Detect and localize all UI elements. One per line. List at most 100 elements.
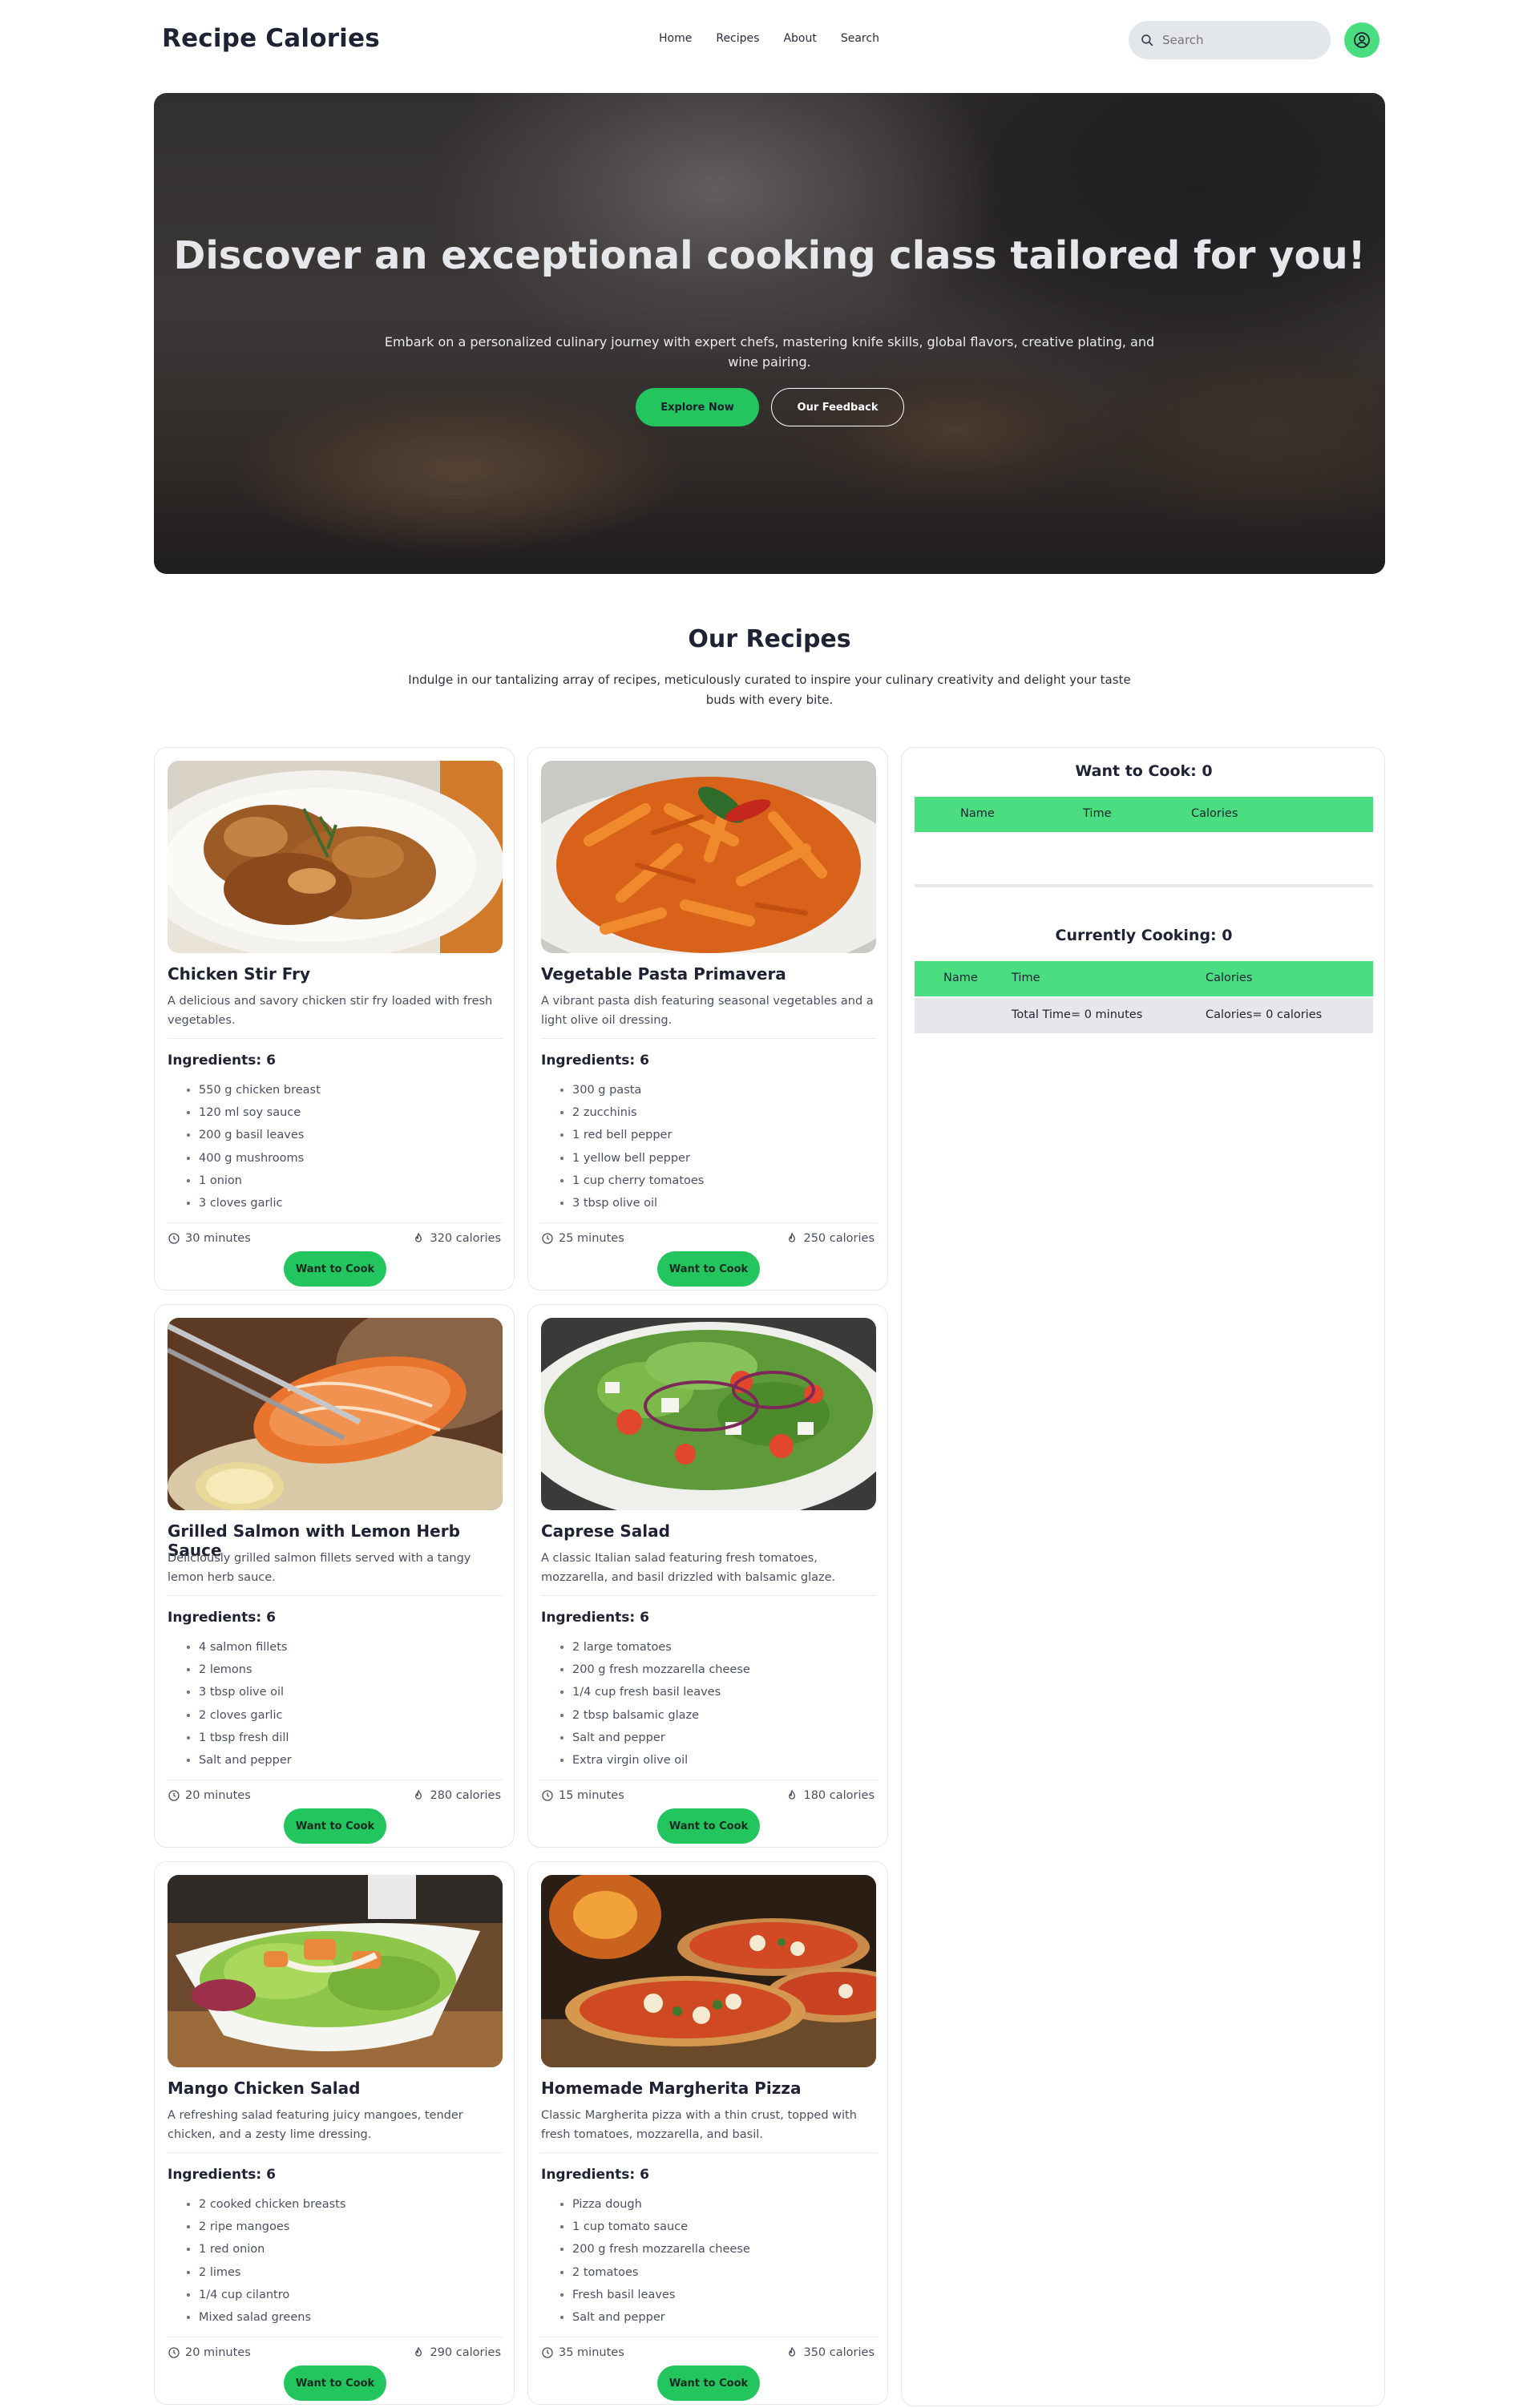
ingredient-item: 2 lemons xyxy=(199,1659,292,1681)
ingredient-item: 1 yellow bell pepper xyxy=(572,1147,704,1170)
divider xyxy=(168,1038,503,1039)
nav-link-recipes[interactable]: Recipes xyxy=(716,32,759,45)
site-logo[interactable]: Recipe Calories xyxy=(162,24,380,53)
ingredients-heading: Ingredients: 6 xyxy=(168,1052,276,1069)
recipe-calories: 320 calories xyxy=(412,1232,501,1245)
want-to-cook-button[interactable]: Want to Cook xyxy=(284,1251,386,1287)
ingredient-item: 1 cup cherry tomatoes xyxy=(572,1170,704,1192)
ingredients-list: 2 large tomatoes 200 g fresh mozzarella … xyxy=(572,1636,750,1772)
total-time: Total Time= 0 minutes xyxy=(1012,1008,1143,1021)
ingredient-item: 1/4 cup fresh basil leaves xyxy=(572,1681,750,1703)
our-feedback-button[interactable]: Our Feedback xyxy=(771,388,904,426)
search-box[interactable] xyxy=(1129,21,1331,59)
ingredient-item: Fresh basil leaves xyxy=(572,2284,750,2306)
ingredient-item: 2 large tomatoes xyxy=(572,1636,750,1659)
recipe-card: Vegetable Pasta Primavera A vibrant past… xyxy=(527,747,888,1291)
hero-subtitle: Embark on a personalized culinary journe… xyxy=(384,334,1155,370)
ingredient-item: 2 cloves garlic xyxy=(199,1704,292,1727)
clock-icon xyxy=(542,2347,553,2358)
recipe-time: 20 minutes xyxy=(168,1789,251,1802)
search-input[interactable] xyxy=(1162,33,1315,47)
want-to-cook-button[interactable]: Want to Cook xyxy=(657,1251,760,1287)
nav-link-home[interactable]: Home xyxy=(659,32,692,45)
want-to-cook-button[interactable]: Want to Cook xyxy=(657,2366,760,2401)
profile-button[interactable] xyxy=(1344,22,1379,58)
recipe-calories: 350 calories xyxy=(786,2346,875,2359)
clock-icon xyxy=(542,1790,553,1801)
ingredient-item: Salt and pepper xyxy=(572,1727,750,1749)
clock-icon xyxy=(168,2347,180,2358)
want-to-cook-table-header: Name Time Calories xyxy=(915,797,1373,832)
recipe-title: Vegetable Pasta Primavera xyxy=(541,964,786,984)
recipe-image xyxy=(541,1318,876,1510)
recipe-time: 20 minutes xyxy=(168,2346,251,2359)
nav-link-about[interactable]: About xyxy=(783,32,816,45)
recipe-calories-text: 320 calories xyxy=(430,1232,501,1245)
recipe-image xyxy=(541,1875,876,2067)
explore-now-button[interactable]: Explore Now xyxy=(636,388,759,426)
divider xyxy=(541,1222,876,1223)
ingredient-item: 2 cooked chicken breasts xyxy=(199,2193,345,2216)
divider xyxy=(168,1222,503,1223)
want-to-cook-button[interactable]: Want to Cook xyxy=(284,1808,386,1844)
ingredient-item: Pizza dough xyxy=(572,2193,750,2216)
ingredient-item: 1/4 cup cilantro xyxy=(199,2284,345,2306)
recipe-card: Homemade Margherita Pizza Classic Marghe… xyxy=(527,1861,888,2405)
fire-icon xyxy=(415,2346,422,2357)
ingredient-item: 550 g chicken breast xyxy=(199,1079,321,1101)
fire-icon xyxy=(415,1789,422,1800)
ingredient-item: 1 red bell pepper xyxy=(572,1124,704,1146)
fire-icon xyxy=(789,1789,796,1800)
recipe-calories-text: 280 calories xyxy=(430,1789,501,1802)
search-icon xyxy=(1141,34,1153,46)
column-header-name: Name xyxy=(943,972,978,984)
ingredients-heading: Ingredients: 6 xyxy=(541,1610,649,1626)
recipe-title: Homemade Margherita Pizza xyxy=(541,2079,802,2098)
recipe-calories: 290 calories xyxy=(412,2346,501,2359)
recipe-time-text: 35 minutes xyxy=(559,2346,624,2359)
ingredient-item: 1 onion xyxy=(199,1170,321,1192)
ingredient-item: 2 tomatoes xyxy=(572,2261,750,2284)
currently-cooking-totals-row: Total Time= 0 minutes Calories= 0 calori… xyxy=(915,998,1373,1033)
divider xyxy=(168,2152,503,2153)
column-header-calories: Calories xyxy=(1206,972,1253,984)
nav-link-search[interactable]: Search xyxy=(841,32,879,45)
cooking-sidebar: Want to Cook: 0 Name Time Calories Curre… xyxy=(901,747,1385,2406)
user-circle-icon xyxy=(1354,32,1370,48)
clock-icon xyxy=(168,1233,180,1244)
column-header-time: Time xyxy=(1083,807,1112,820)
ingredient-item: Mixed salad greens xyxy=(199,2306,345,2329)
section-separator xyxy=(915,884,1373,887)
recipe-calories-text: 250 calories xyxy=(803,1232,875,1245)
clock-icon xyxy=(168,1790,180,1801)
ingredient-item: Salt and pepper xyxy=(199,1749,292,1772)
divider xyxy=(541,1038,876,1039)
recipe-calories-text: 350 calories xyxy=(803,2346,875,2359)
recipe-time: 35 minutes xyxy=(541,2346,624,2359)
main-menu: Home Recipes About Search xyxy=(659,32,903,45)
recipe-time: 25 minutes xyxy=(541,1232,624,1245)
recipe-description: A classic Italian salad featuring fresh … xyxy=(541,1552,836,1584)
recipe-calories: 250 calories xyxy=(786,1232,875,1245)
recipe-description: A delicious and savory chicken stir fry … xyxy=(168,995,493,1027)
ingredient-item: 2 ripe mangoes xyxy=(199,2216,345,2238)
fire-icon xyxy=(415,1232,422,1242)
want-to-cook-button[interactable]: Want to Cook xyxy=(657,1808,760,1844)
ingredients-list: 4 salmon fillets 2 lemons 3 tbsp olive o… xyxy=(199,1636,292,1772)
ingredients-heading: Ingredients: 6 xyxy=(541,1052,649,1069)
recipe-time-text: 15 minutes xyxy=(559,1789,624,1802)
ingredient-item: 200 g fresh mozzarella cheese xyxy=(572,2238,750,2261)
recipe-calories-text: 290 calories xyxy=(430,2346,501,2359)
ingredients-heading: Ingredients: 6 xyxy=(541,2167,649,2183)
clock-icon xyxy=(542,1233,553,1244)
top-navbar: Recipe Calories Home Recipes About Searc… xyxy=(0,0,1539,80)
ingredient-item: 1 cup tomato sauce xyxy=(572,2216,750,2238)
ingredients-heading: Ingredients: 6 xyxy=(168,2167,276,2183)
column-header-calories: Calories xyxy=(1191,807,1238,820)
ingredient-item: 1 red onion xyxy=(199,2238,345,2261)
ingredient-item: Extra virgin olive oil xyxy=(572,1749,750,1772)
ingredient-item: 3 cloves garlic xyxy=(199,1192,321,1214)
recipe-time: 15 minutes xyxy=(541,1789,624,1802)
recipe-image xyxy=(541,761,876,953)
want-to-cook-button[interactable]: Want to Cook xyxy=(284,2366,386,2401)
